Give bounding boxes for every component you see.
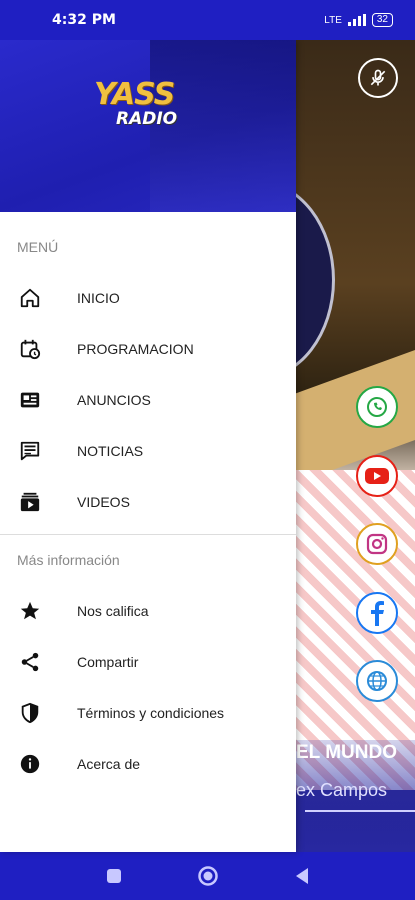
facebook-button[interactable] — [356, 592, 398, 634]
recents-icon — [106, 869, 121, 883]
menu-item-label: Términos y condiciones — [77, 704, 225, 721]
youtube-icon — [365, 468, 389, 484]
menu-item-label: PROGRAMACION — [77, 340, 194, 357]
menu-section-title: MENÚ — [17, 239, 59, 255]
logo-brand-sub: RADIO — [116, 109, 178, 129]
star-icon — [18, 599, 42, 623]
menu-item-about[interactable]: Acerca de — [0, 738, 296, 789]
menu-item-label: ANUNCIOS — [77, 391, 151, 408]
mic-off-icon — [370, 69, 386, 86]
back-button[interactable] — [290, 864, 314, 888]
network-label: LTE — [324, 14, 342, 26]
status-icons: LTE 32 — [324, 13, 393, 27]
menu-item-share[interactable]: Compartir — [0, 636, 296, 687]
menu-item-terms[interactable]: Términos y condiciones — [0, 687, 296, 738]
menu-item-programacion[interactable]: PROGRAMACION — [0, 323, 296, 374]
menu-item-inicio[interactable]: INICIO — [0, 272, 296, 323]
globe-icon — [367, 671, 387, 691]
youtube-button[interactable] — [356, 455, 398, 497]
menu-item-anuncios[interactable]: ANUNCIOS — [0, 374, 296, 425]
video-icon — [18, 490, 42, 514]
menu-item-label: Acerca de — [77, 755, 141, 772]
schedule-icon — [18, 337, 42, 361]
menu-item-noticias[interactable]: NOTICIAS — [0, 425, 296, 476]
shield-icon — [18, 701, 42, 725]
web-button[interactable] — [356, 660, 398, 702]
drawer-header: YASS RADIO — [0, 40, 296, 212]
status-bar: 4:32 PM LTE 32 — [0, 0, 415, 40]
whatsapp-button[interactable] — [356, 386, 398, 428]
info-icon — [18, 752, 42, 776]
signal-icon — [347, 14, 366, 26]
home-button[interactable] — [196, 864, 220, 888]
facebook-icon — [371, 601, 384, 626]
menu-item-label: NOTICIAS — [77, 442, 144, 459]
instagram-icon — [366, 533, 388, 555]
navigation-drawer: YASS RADIO MENÚ INICIO PROGRAMACION ANUN… — [0, 40, 296, 852]
whatsapp-icon — [367, 397, 387, 417]
yass-radio-logo: YASS RADIO — [94, 80, 204, 140]
system-nav-bar — [0, 852, 415, 900]
headline-underline — [305, 810, 415, 812]
show-subline: ex Campos — [296, 780, 388, 800]
news-icon — [18, 439, 42, 463]
menu-item-label: VIDEOS — [77, 493, 130, 510]
menu-item-label: Compartir — [77, 653, 139, 670]
share-icon — [18, 650, 42, 674]
home-icon — [18, 286, 42, 310]
battery-indicator: 32 — [371, 13, 393, 27]
back-triangle-icon — [295, 868, 308, 884]
home-circle-icon — [197, 866, 218, 886]
menu-item-label: Nos califica — [77, 602, 149, 619]
more-section-title: Más información — [17, 552, 120, 568]
logo-brand-name: YASS — [94, 77, 175, 112]
show-headline: EL MUNDO — [296, 742, 397, 763]
ads-icon — [18, 388, 42, 412]
menu-item-rate[interactable]: Nos califica — [0, 585, 296, 636]
recents-button[interactable] — [102, 864, 126, 888]
menu-item-videos[interactable]: VIDEOS — [0, 476, 296, 527]
status-time: 4:32 PM — [52, 12, 116, 28]
mic-button[interactable] — [358, 58, 398, 98]
instagram-button[interactable] — [356, 523, 398, 565]
menu-item-label: INICIO — [77, 289, 120, 306]
